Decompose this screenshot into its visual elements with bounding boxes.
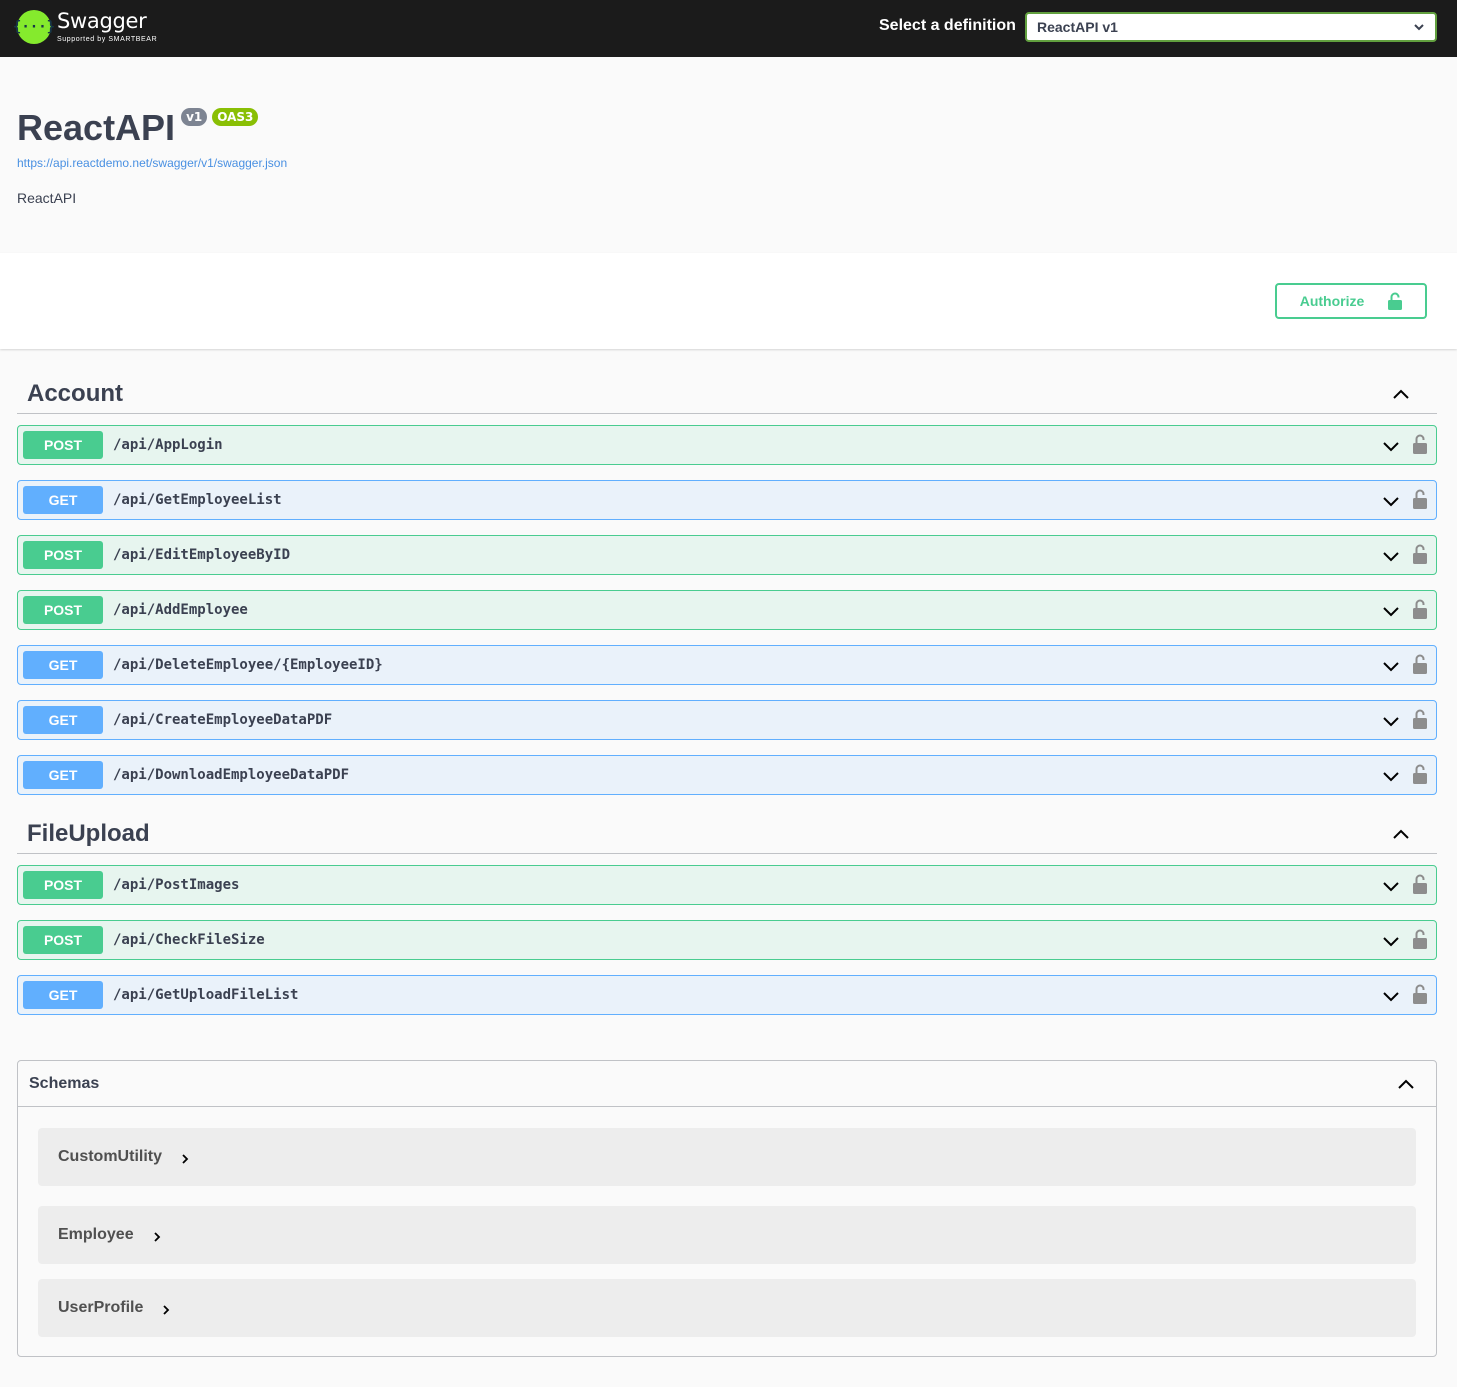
oas-badge: OAS3	[212, 108, 259, 126]
operation-path: /api/AppLogin	[113, 437, 223, 453]
logo-sub: Supported by SMARTBEAR	[57, 36, 158, 43]
chevron-down-icon	[1383, 607, 1399, 617]
operation-get-getuploadfilelist[interactable]: GET /api/GetUploadFileList	[17, 975, 1437, 1015]
api-info: ReactAPI v1 OAS3 https://api.reactdemo.n…	[17, 100, 287, 206]
swagger-logo-text: Swagger Supported by SMARTBEAR	[57, 9, 158, 44]
chevron-up-icon	[1398, 1079, 1414, 1089]
operation-post-checkfilesize[interactable]: POST /api/CheckFileSize	[17, 920, 1437, 960]
model-employee[interactable]: Employee	[38, 1206, 1416, 1264]
tag-name: FileUpload	[27, 819, 150, 847]
definition-label: Select a definition	[879, 17, 1016, 34]
tag-account[interactable]: Account	[17, 374, 1437, 414]
schemas-header[interactable]: Schemas	[18, 1061, 1436, 1107]
operation-post-postimages[interactable]: POST /api/PostImages	[17, 865, 1437, 905]
chevron-down-icon	[1383, 552, 1399, 562]
operation-post-applogin[interactable]: POST /api/AppLogin	[17, 425, 1437, 465]
tag-name: Account	[27, 379, 123, 407]
chevron-down-icon	[1383, 497, 1399, 507]
model-name: CustomUtility	[58, 1148, 162, 1165]
operation-post-addemployee[interactable]: POST /api/AddEmployee	[17, 590, 1437, 630]
auth-wrapper: Authorize	[0, 253, 1457, 349]
model-name: UserProfile	[58, 1299, 144, 1316]
schemas-section: Schemas CustomUtility Employee UserProfi…	[17, 1060, 1437, 1357]
unlocked-icon[interactable]	[1413, 929, 1427, 949]
model-customutility[interactable]: CustomUtility	[38, 1128, 1416, 1186]
logo-name: Swagger	[57, 9, 147, 33]
tag-fileupload[interactable]: FileUpload	[17, 814, 1437, 854]
chevron-down-icon	[1383, 882, 1399, 892]
operation-get-getemployeelist[interactable]: GET /api/GetEmployeeList	[17, 480, 1437, 520]
operation-path: /api/CheckFileSize	[113, 932, 265, 948]
definition-select[interactable]: ReactAPI v1	[1025, 12, 1437, 42]
unlocked-icon[interactable]	[1413, 874, 1427, 894]
chevron-right-icon	[153, 1231, 160, 1242]
method-badge: GET	[23, 651, 103, 679]
api-description: ReactAPI	[17, 190, 77, 206]
chevron-down-icon	[1383, 772, 1399, 782]
chevron-down-icon	[1383, 992, 1399, 1002]
operation-path: /api/EditEmployeeByID	[113, 547, 291, 563]
chevron-down-icon	[1383, 717, 1399, 727]
method-badge: POST	[23, 431, 103, 459]
method-badge: GET	[23, 486, 103, 514]
page-title: ReactAPI	[17, 107, 176, 148]
method-badge: GET	[23, 706, 103, 734]
chevron-right-icon	[182, 1153, 189, 1164]
operation-path: /api/GetEmployeeList	[113, 492, 282, 508]
definition-select-value: ReactAPI v1	[1037, 19, 1118, 35]
chevron-down-icon	[1383, 662, 1399, 672]
operation-path: /api/PostImages	[113, 877, 240, 893]
operation-path: /api/AddEmployee	[113, 602, 248, 618]
operation-get-deleteemployee[interactable]: GET /api/DeleteEmployee/{EmployeeID}	[17, 645, 1437, 685]
unlocked-icon[interactable]	[1413, 434, 1427, 454]
chevron-right-icon	[163, 1304, 170, 1315]
authorize-button[interactable]: Authorize	[1275, 283, 1427, 319]
unlocked-icon[interactable]	[1413, 984, 1427, 1004]
chevron-down-icon	[1414, 24, 1424, 31]
unlocked-icon[interactable]	[1413, 654, 1427, 674]
operation-path: /api/DeleteEmployee/{EmployeeID}	[113, 657, 383, 673]
method-badge: POST	[23, 871, 103, 899]
authorize-label: Authorize	[1299, 293, 1365, 309]
model-userprofile[interactable]: UserProfile	[38, 1279, 1416, 1337]
operation-path: /api/DownloadEmployeeDataPDF	[113, 767, 350, 783]
operation-path: /api/CreateEmployeeDataPDF	[113, 712, 333, 728]
unlocked-icon[interactable]	[1413, 544, 1427, 564]
topbar: {···} Swagger Supported by SMARTBEAR Sel…	[0, 0, 1457, 57]
schemas-title: Schemas	[29, 1074, 100, 1092]
version-badge: v1	[181, 108, 208, 126]
method-badge: POST	[23, 596, 103, 624]
swagger-logo[interactable]: {···} Swagger Supported by SMARTBEAR	[13, 7, 158, 47]
chevron-down-icon	[1383, 937, 1399, 947]
model-name: Employee	[58, 1226, 134, 1243]
method-badge: GET	[23, 761, 103, 789]
method-badge: POST	[23, 926, 103, 954]
swagger-logo-icon: {···}	[13, 10, 55, 44]
unlocked-icon[interactable]	[1413, 599, 1427, 619]
chevron-up-icon	[1393, 829, 1409, 839]
operation-get-downloademployeedatapdf[interactable]: GET /api/DownloadEmployeeDataPDF	[17, 755, 1437, 795]
method-badge: GET	[23, 981, 103, 1009]
unlocked-icon[interactable]	[1413, 489, 1427, 509]
method-badge: POST	[23, 541, 103, 569]
chevron-up-icon	[1393, 389, 1409, 399]
unlocked-icon	[1388, 292, 1403, 310]
unlocked-icon[interactable]	[1413, 709, 1427, 729]
operation-post-editemployeebyid[interactable]: POST /api/EditEmployeeByID	[17, 535, 1437, 575]
chevron-down-icon	[1383, 442, 1399, 452]
operation-path: /api/GetUploadFileList	[113, 987, 299, 1003]
unlocked-icon[interactable]	[1413, 764, 1427, 784]
operation-get-createemployeedatapdf[interactable]: GET /api/CreateEmployeeDataPDF	[17, 700, 1437, 740]
spec-url-link[interactable]: https://api.reactdemo.net/swagger/v1/swa…	[17, 156, 287, 170]
